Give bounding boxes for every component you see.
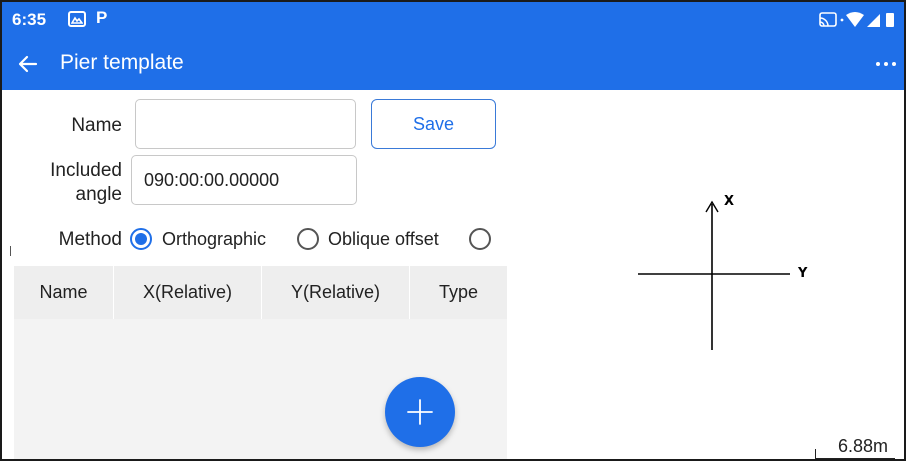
arrow-left-icon[interactable]	[16, 52, 40, 76]
cast-icon	[819, 12, 837, 27]
table-header: Name X(Relative) Y(Relative) Type	[14, 266, 507, 319]
status-time: 6:35	[12, 10, 47, 29]
battery-icon	[886, 13, 894, 27]
photo-icon	[68, 11, 86, 27]
x-axis-label: X	[724, 194, 735, 209]
page-title: Pier template	[60, 51, 184, 74]
included-angle-label-line2: angle	[75, 184, 123, 205]
name-label: Name	[71, 115, 122, 136]
name-input[interactable]	[135, 99, 356, 149]
included-angle-label-line1: Included	[50, 160, 122, 181]
plus-icon	[407, 399, 433, 425]
parking-icon: P	[96, 8, 108, 27]
add-point-button[interactable]	[385, 377, 455, 447]
column-header-type: Type	[438, 282, 479, 302]
save-button[interactable]: Save	[371, 99, 496, 149]
status-bar: 6:35 P	[2, 2, 904, 38]
column-header-name: Name	[14, 266, 114, 319]
radio-orthographic-label[interactable]: Orthographic	[162, 228, 266, 250]
radio-third-option[interactable]	[469, 228, 491, 250]
app-bar: Pier template	[2, 38, 904, 90]
more-horizontal-icon[interactable]	[874, 54, 898, 74]
column-header-y-relative: Y(Relative)	[262, 266, 410, 319]
dot-icon	[840, 18, 844, 22]
scale-label: 6.88m	[838, 436, 889, 456]
y-axis-label: Y	[798, 266, 808, 281]
axis-diagram	[638, 200, 790, 350]
method-label: Method	[58, 229, 122, 250]
signal-icon	[867, 14, 880, 27]
column-header-x-relative: X(Relative)	[114, 266, 262, 319]
wifi-icon	[846, 12, 864, 27]
system-status-icons	[819, 12, 894, 27]
radio-orthographic[interactable]	[130, 228, 152, 250]
divider-tick	[10, 246, 11, 256]
radio-oblique-offset[interactable]	[297, 228, 319, 250]
included-angle-input[interactable]	[131, 155, 357, 205]
radio-oblique-offset-label[interactable]: Oblique offset	[328, 228, 439, 250]
